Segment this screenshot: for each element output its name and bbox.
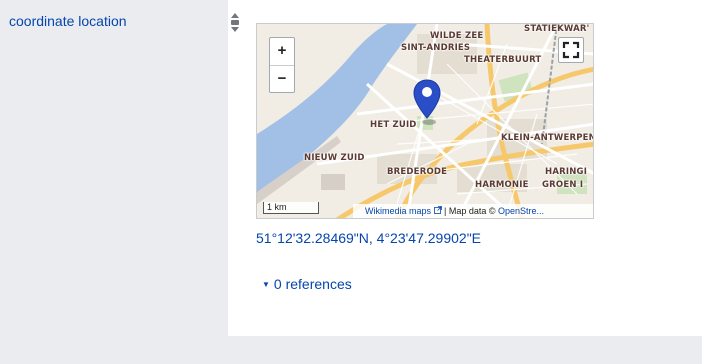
zoom-controls: + −	[269, 37, 295, 93]
map-label-statiekwartier: STATIEKWAR'	[524, 24, 590, 34]
map-label-harmonie: HARMONIE	[475, 180, 529, 190]
zoom-out-button[interactable]: −	[270, 66, 294, 93]
map-label-klein-antwerpen: KLEIN-ANTWERPEN	[501, 133, 594, 143]
map-label-brederode: BREDERODE	[387, 167, 448, 177]
rank-selector-icon[interactable]	[230, 12, 240, 34]
map-label-wilde-zee: WILDE ZEE	[430, 31, 484, 41]
map-label-sint-andries: SINT-ANDRIES	[401, 43, 471, 53]
map-label-theaterbuurt: THEATERBUURT	[464, 55, 542, 65]
map-label-haringrode: HARINGI	[545, 167, 588, 177]
fullscreen-button[interactable]	[558, 37, 584, 63]
map-attribution: Wikimedia maps | Map data © OpenStre...	[353, 204, 593, 218]
map-marker-icon[interactable]	[412, 78, 442, 126]
attribution-separator: | Map data ©	[441, 206, 499, 216]
location-map[interactable]: WILDE ZEE STATIEKWAR' SINT-ANDRIES THEAT…	[256, 23, 594, 219]
property-label-cell: coordinate location	[0, 0, 228, 364]
map-scale-bar: 1 km	[263, 202, 319, 214]
map-label-groen-kwartier: GROEN I	[542, 180, 584, 190]
references-toggle-label: 0 references	[273, 276, 352, 292]
map-label-nieuw-zuid: NIEUW ZUID	[304, 153, 365, 163]
external-link-icon	[433, 206, 442, 214]
openstreetmap-link[interactable]: OpenStre...	[498, 206, 544, 216]
wikimedia-maps-link[interactable]: Wikimedia maps	[365, 206, 431, 216]
references-toggle[interactable]: ▼ 0 references	[262, 276, 352, 292]
fullscreen-icon	[562, 41, 580, 59]
expand-triangle-icon: ▼	[262, 280, 270, 289]
property-label-link[interactable]: coordinate location	[9, 13, 127, 29]
coordinates-value-link[interactable]: 51°12'32.28469"N, 4°23'47.29902"E	[256, 230, 481, 246]
zoom-in-button[interactable]: +	[270, 38, 294, 66]
map-label-het-zuid: HET ZUID	[370, 120, 417, 130]
